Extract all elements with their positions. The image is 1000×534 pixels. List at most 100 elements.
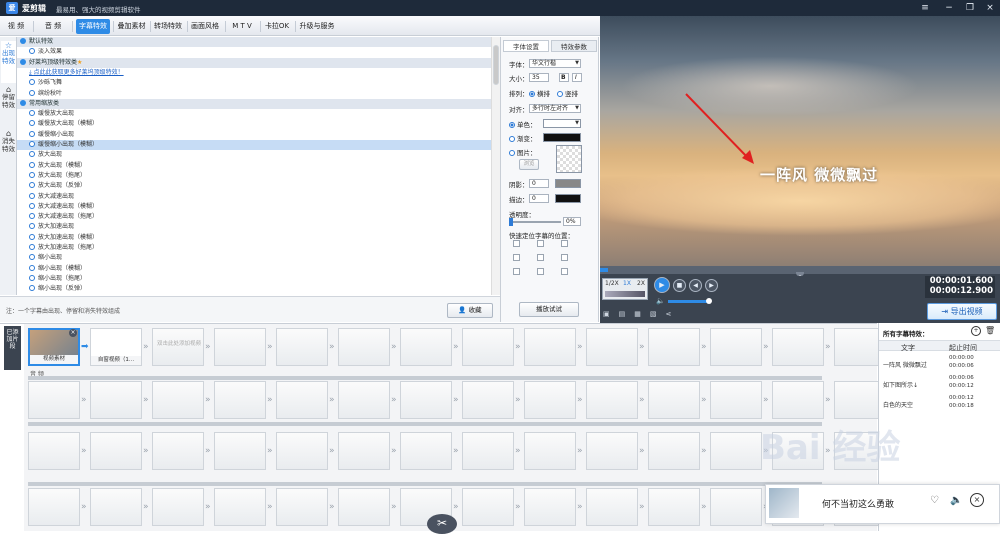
- play-button[interactable]: ▶: [654, 277, 670, 293]
- close-icon[interactable]: ×: [970, 493, 984, 507]
- timeline-slot[interactable]: [276, 328, 328, 366]
- side-tab-disappear[interactable]: ⌂ 消失特效: [1, 129, 16, 171]
- effect-item[interactable]: 缓慢缩小出现（模糊）: [17, 140, 491, 150]
- volume-icon[interactable]: 🔈: [950, 495, 962, 506]
- stroke-color-picker[interactable]: [555, 194, 581, 203]
- timeline-slot[interactable]: [214, 381, 266, 419]
- shadow-input[interactable]: 0: [529, 179, 549, 188]
- position-cell[interactable]: [561, 254, 568, 261]
- speed-slider[interactable]: [605, 291, 645, 297]
- stop-button[interactable]: ■: [673, 279, 686, 292]
- timeline-slot[interactable]: [710, 328, 762, 366]
- tab-video[interactable]: 视 频: [4, 19, 28, 34]
- disk-icon[interactable]: ▦: [634, 310, 650, 318]
- timeline-slot[interactable]: [90, 432, 142, 470]
- speed-normal[interactable]: 1X: [623, 280, 631, 287]
- timeline-slot[interactable]: [28, 488, 80, 526]
- collapse-handle-icon[interactable]: ⌄: [796, 272, 804, 277]
- effect-item[interactable]: 缩小出现: [17, 253, 491, 263]
- effect-item[interactable]: 缓慢放大出现: [17, 109, 491, 119]
- subtitle-row[interactable]: 如下图所示↓ 00:00:06 00:00:12: [879, 373, 1000, 393]
- timeline-slot[interactable]: [710, 381, 762, 419]
- collect-button[interactable]: 👤 收藏: [447, 303, 493, 318]
- effect-item[interactable]: 放大出现（拖尾）: [17, 171, 491, 181]
- heart-icon[interactable]: ♡: [930, 495, 939, 506]
- effect-item[interactable]: 缩小出现（模糊）: [17, 264, 491, 274]
- position-cell[interactable]: [561, 240, 568, 247]
- timeline-slot[interactable]: [462, 381, 514, 419]
- tab-karaoke[interactable]: 卡拉OK: [262, 19, 292, 34]
- effect-item[interactable]: 淡入效果: [17, 47, 491, 57]
- speed-half[interactable]: 1/2X: [605, 280, 619, 287]
- collapse-icon[interactable]: [20, 99, 26, 106]
- opacity-input[interactable]: 0%: [563, 217, 581, 226]
- arrange-horizontal-radio[interactable]: 横排: [529, 88, 550, 98]
- timeline-slot[interactable]: [152, 488, 204, 526]
- tab-upgrade[interactable]: 升级与服务: [296, 19, 338, 34]
- tab-audio[interactable]: 音 频: [38, 19, 68, 34]
- position-cell[interactable]: [537, 240, 544, 247]
- effect-item[interactable]: 放大加速出现（模糊）: [17, 233, 491, 243]
- tab-overlay[interactable]: 叠加素材: [115, 19, 148, 34]
- scrollbar-thumb[interactable]: [493, 45, 499, 85]
- position-cell[interactable]: [537, 254, 544, 261]
- position-cell[interactable]: [561, 268, 568, 275]
- close-button[interactable]: ×: [983, 2, 997, 14]
- collapse-icon[interactable]: [20, 58, 26, 65]
- timeline-slot[interactable]: [462, 328, 514, 366]
- timeline-slot[interactable]: [524, 328, 576, 366]
- effect-item[interactable]: 缩小出现（反弹）: [17, 284, 491, 294]
- timeline-slot[interactable]: [648, 328, 700, 366]
- timeline-slot[interactable]: [152, 432, 204, 470]
- subtitle-row[interactable]: 一阵风 微微飘过 00:00:00 00:00:06: [879, 353, 1000, 373]
- music-notification[interactable]: 何不当初这么勇敢 ♡ 🔈 ×: [765, 484, 1000, 524]
- effect-item[interactable]: 放大减速出现（模糊）: [17, 202, 491, 212]
- save-icon[interactable]: ▣: [603, 310, 619, 318]
- position-cell[interactable]: [513, 268, 520, 275]
- timeline-slot[interactable]: [524, 488, 576, 526]
- stroke-input[interactable]: 0: [529, 194, 549, 203]
- folder-icon[interactable]: ▤: [619, 310, 635, 318]
- bold-button[interactable]: B: [559, 73, 569, 82]
- timeline-slot[interactable]: [214, 488, 266, 526]
- timeline-slot[interactable]: [462, 488, 514, 526]
- size-input[interactable]: 35: [529, 73, 549, 82]
- single-color-radio[interactable]: 单色：: [509, 119, 537, 129]
- share-icon[interactable]: ⋖: [666, 310, 681, 318]
- timeline-slot[interactable]: [28, 381, 80, 419]
- added-clips-tab[interactable]: 已添加片段: [4, 326, 21, 370]
- timeline-slot[interactable]: [648, 381, 700, 419]
- timeline-slot[interactable]: [648, 488, 700, 526]
- effect-item[interactable]: 放大出现（反弹）: [17, 181, 491, 191]
- video-preview[interactable]: 一阵风 微微飘过: [600, 16, 1000, 266]
- image-radio[interactable]: 图片：: [509, 147, 537, 157]
- clip-video-material[interactable]: 视频素材 ×: [28, 328, 80, 366]
- next-frame-button[interactable]: ▶: [705, 279, 718, 292]
- export-video-button[interactable]: ⇥ 导出视频: [927, 303, 997, 320]
- timeline-slot[interactable]: [586, 381, 638, 419]
- single-color-picker[interactable]: ▼: [543, 119, 581, 128]
- more-effects-link[interactable]: ⤓ 点此此获取更多好莱坞顶级特效！: [17, 68, 491, 78]
- timeline-slot[interactable]: [772, 381, 824, 419]
- timeline-slot[interactable]: [338, 488, 390, 526]
- effect-item[interactable]: 放大出现: [17, 150, 491, 160]
- preview-effect-button[interactable]: 播放试试: [519, 302, 579, 317]
- effect-item[interactable]: 缩小出现（拖尾）: [17, 274, 491, 284]
- effect-item[interactable]: 放大出现（模糊）: [17, 161, 491, 171]
- timeline-slot[interactable]: [524, 381, 576, 419]
- tab-font-settings[interactable]: 字体设置: [503, 40, 549, 52]
- timeline-slot[interactable]: [524, 432, 576, 470]
- timeline-slot[interactable]: [338, 432, 390, 470]
- timeline-slot[interactable]: [400, 432, 452, 470]
- effect-item[interactable]: 缓慢放大出现（模糊）: [17, 119, 491, 129]
- add-video-slot[interactable]: 双击此处添加视频: [152, 328, 204, 366]
- volume-handle[interactable]: [706, 298, 712, 304]
- tab-mtv[interactable]: M T V: [227, 19, 257, 34]
- timeline-slot[interactable]: [152, 381, 204, 419]
- position-cell[interactable]: [513, 254, 520, 261]
- effect-item[interactable]: 缤纷秋叶: [17, 89, 491, 99]
- timeline-slot[interactable]: [90, 488, 142, 526]
- effect-list-scrollbar[interactable]: [491, 37, 500, 295]
- gradient-radio[interactable]: 渐变：: [509, 133, 537, 143]
- effect-item[interactable]: 沙砾飞舞: [17, 78, 491, 88]
